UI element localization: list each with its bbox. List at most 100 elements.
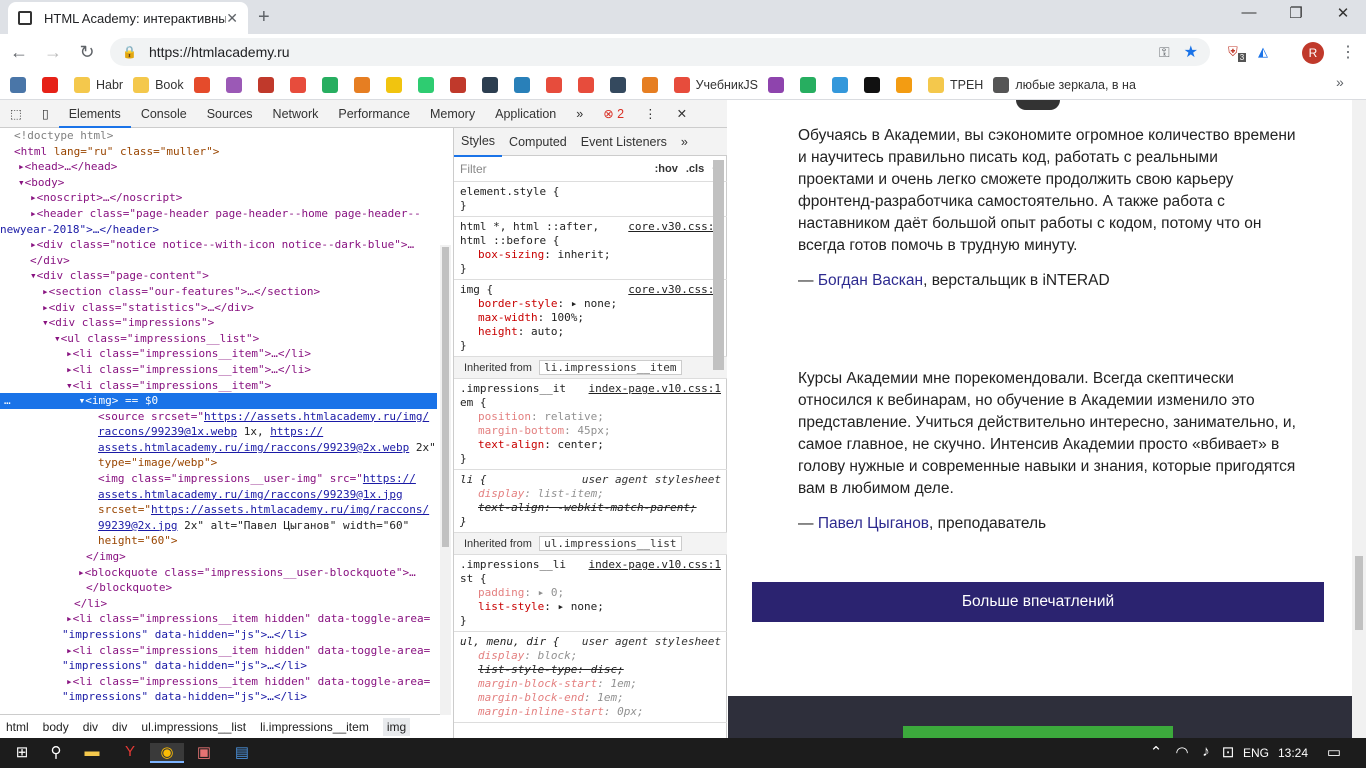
tab-computed[interactable]: Computed: [502, 128, 574, 156]
dom-link[interactable]: https://: [363, 472, 416, 485]
devtools-close-icon[interactable]: ✕: [667, 100, 697, 128]
bookmarks-overflow-icon[interactable]: »: [1336, 74, 1344, 90]
breadcrumb-item[interactable]: div: [83, 720, 98, 734]
more-style-tabs-icon[interactable]: »: [674, 128, 695, 156]
dom-link[interactable]: 99239@2x.jpg: [98, 519, 177, 532]
dom-line[interactable]: ▾<div class="impressions">: [0, 315, 437, 331]
rule-source-link[interactable]: index-page.v10.css:1: [589, 382, 721, 396]
bookmark-item[interactable]: [577, 76, 600, 93]
tab-event-listeners[interactable]: Event Listeners: [574, 128, 674, 156]
dom-tree[interactable]: <!doctype html> <html lang="ru" class="m…: [0, 128, 437, 714]
style-property[interactable]: margin-inline-start: 0px;: [460, 705, 721, 719]
dom-line[interactable]: </div>: [0, 253, 437, 269]
style-property[interactable]: border-style: ▸ none;: [460, 297, 721, 311]
tab-sources[interactable]: Sources: [197, 100, 263, 128]
windows-start-icon[interactable]: ⊞: [12, 743, 32, 763]
style-rule[interactable]: element.style { }: [454, 182, 727, 217]
style-property[interactable]: max-width: 100%;: [460, 311, 721, 325]
star-icon[interactable]: ★: [1184, 42, 1198, 62]
dom-scrollbar[interactable]: [440, 245, 451, 715]
breadcrumb-item-current[interactable]: img: [382, 717, 411, 736]
page-scrollbar-thumb[interactable]: [1355, 556, 1363, 630]
device-toggle-icon[interactable]: ▯: [32, 100, 59, 128]
dom-line[interactable]: ▸<head>…</head>: [0, 159, 437, 175]
breadcrumb-item[interactable]: html: [6, 720, 29, 734]
breadcrumb-item[interactable]: body: [43, 720, 69, 734]
ime-icon[interactable]: ⊡: [1218, 743, 1238, 763]
style-property[interactable]: display: list-item;: [460, 487, 721, 501]
dom-line[interactable]: ▸<div class="statistics">…</div>: [0, 300, 437, 316]
back-icon[interactable]: ←: [4, 42, 34, 63]
bookmark-item[interactable]: Book: [133, 76, 184, 93]
language-indicator[interactable]: ENG: [1243, 746, 1269, 760]
more-impressions-button[interactable]: Больше впечатлений: [752, 582, 1324, 622]
dom-line[interactable]: "impressions" data-hidden="js">…</li>: [0, 658, 437, 674]
dom-line[interactable]: </li>: [0, 596, 437, 612]
style-property[interactable]: box-sizing: inherit;: [460, 248, 721, 262]
bookmark-item[interactable]: любые зеркала, в на: [993, 76, 1136, 93]
tab-styles[interactable]: Styles: [454, 128, 503, 157]
style-rule[interactable]: core.v30.css:1 html *, html ::after, htm…: [454, 217, 727, 280]
chevron-up-icon[interactable]: ⌃: [1146, 743, 1166, 763]
app-icon[interactable]: ▣: [194, 743, 214, 763]
notifications-icon[interactable]: ▭: [1324, 743, 1344, 763]
dom-line[interactable]: "impressions" data-hidden="js">…</li>: [0, 627, 437, 643]
style-property[interactable]: text-align: center;: [460, 438, 721, 452]
reload-icon[interactable]: ↻: [72, 42, 102, 63]
tab-elements[interactable]: Elements: [58, 100, 131, 128]
tab-network[interactable]: Network: [263, 100, 329, 128]
style-property[interactable]: height: auto;: [460, 325, 721, 339]
bookmark-item[interactable]: Habr: [74, 76, 123, 93]
extension-icon[interactable]: ⛨ 3: [1228, 44, 1247, 62]
style-property[interactable]: margin-block-start: 1em;: [460, 677, 721, 691]
dom-line[interactable]: ▸<header class="page-header page-header-…: [0, 206, 437, 222]
dom-link[interactable]: https://assets.htmlacademy.ru/img/raccon…: [151, 503, 429, 516]
browser-tab[interactable]: HTML Academy: интерактивные ✕: [8, 2, 248, 34]
bookmark-item[interactable]: [225, 76, 248, 93]
dom-line[interactable]: srcset="https://assets.htmlacademy.ru/im…: [0, 502, 437, 518]
bookmark-item[interactable]: [417, 76, 440, 93]
search-icon[interactable]: ⚲: [46, 743, 66, 763]
style-rule[interactable]: user agent stylesheet li { display: list…: [454, 470, 727, 533]
breadcrumb-item[interactable]: ul.impressions__list: [141, 720, 246, 734]
dom-line[interactable]: </img>: [0, 549, 437, 565]
bookmark-item[interactable]: [193, 76, 216, 93]
forward-icon[interactable]: →: [38, 42, 68, 63]
rule-source-link[interactable]: index-page.v10.css:1: [589, 558, 721, 572]
close-tab-icon[interactable]: ✕: [226, 10, 238, 27]
file-explorer-icon[interactable]: ▬: [82, 743, 102, 763]
bookmark-item[interactable]: [641, 76, 664, 93]
style-rule[interactable]: index-page.v10.css:1 .impressions__li st…: [454, 555, 727, 632]
hov-toggle[interactable]: :hov: [655, 163, 678, 175]
maximize-button[interactable]: ❐: [1273, 4, 1319, 22]
dom-line[interactable]: 99239@2x.jpg 2x" alt="Павел Цыганов" wid…: [0, 518, 437, 534]
dom-line-selected[interactable]: … ▾<img> == $0: [0, 393, 437, 409]
style-property[interactable]: margin-bottom: 45px;: [460, 424, 721, 438]
bookmark-item[interactable]: [353, 76, 376, 93]
style-property[interactable]: position: relative;: [460, 410, 721, 424]
close-window-button[interactable]: ✕: [1320, 4, 1366, 22]
address-bar[interactable]: 🔒 https://htmlacademy.ru ⚿ ★: [110, 38, 1210, 66]
notepad-icon[interactable]: ▤: [232, 743, 252, 763]
bookmark-item[interactable]: [831, 76, 854, 93]
breadcrumb-item[interactable]: div: [112, 720, 127, 734]
style-property[interactable]: list-style-type: disc;: [460, 663, 721, 677]
bookmark-item[interactable]: [609, 76, 632, 93]
dom-line[interactable]: ▸<li class="impressions__item">…</li>: [0, 362, 437, 378]
devtools-menu-icon[interactable]: ⋮: [634, 100, 667, 128]
dom-line[interactable]: raccons/99239@1x.webp 1x, https://: [0, 424, 437, 440]
bookmark-item[interactable]: [895, 76, 918, 93]
tab-application[interactable]: Application: [485, 100, 566, 128]
bookmark-item[interactable]: [42, 76, 64, 93]
dom-line[interactable]: assets.htmlacademy.ru/img/raccons/99239@…: [0, 440, 437, 456]
dom-line[interactable]: ▸<noscript>…</noscript>: [0, 190, 437, 206]
style-property[interactable]: margin-block-end: 1em;: [460, 691, 721, 705]
style-property[interactable]: padding: ▸ 0;: [460, 586, 721, 600]
style-property[interactable]: list-style: ▸ none;: [460, 600, 721, 614]
dom-link[interactable]: https://assets.htmlacademy.ru/img/: [204, 410, 429, 423]
breadcrumb-item[interactable]: li.impressions__item: [260, 720, 369, 734]
rule-source-link[interactable]: core.v30.css:1: [628, 283, 721, 297]
bookmark-item[interactable]: [863, 76, 886, 93]
cls-toggle[interactable]: .cls: [686, 163, 704, 175]
dom-line[interactable]: type="image/webp">: [0, 455, 437, 471]
